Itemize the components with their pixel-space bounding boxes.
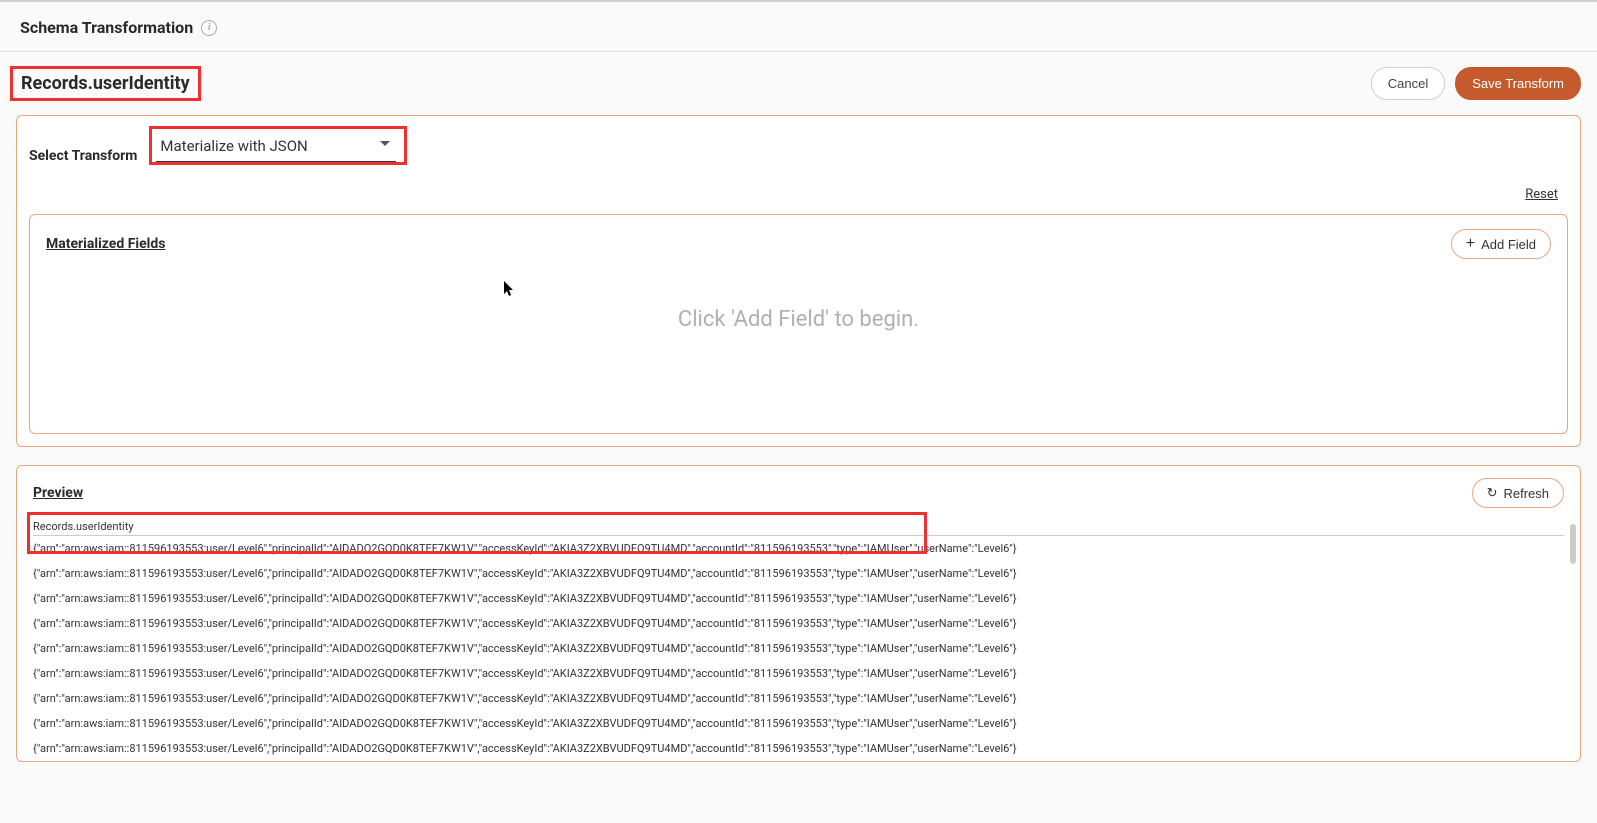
transform-panel: Select Transform Materialize with JSON R… — [16, 115, 1581, 447]
table-row: {"arn":"arn:aws:iam::811596193553:user/L… — [33, 736, 1564, 761]
transform-select-value: Materialize with JSON — [160, 137, 307, 155]
select-transform-label: Select Transform — [29, 128, 137, 164]
record-path-title: Records.userIdentity — [21, 73, 190, 94]
materialized-fields-panel: Materialized Fields + Add Field Click 'A… — [29, 214, 1568, 434]
reset-link[interactable]: Reset — [1525, 187, 1558, 202]
refresh-label: Refresh — [1503, 486, 1549, 501]
materialized-fields-title: Materialized Fields — [46, 236, 165, 252]
table-row: {"arn":"arn:aws:iam::811596193553:user/L… — [33, 611, 1564, 636]
cancel-button[interactable]: Cancel — [1371, 67, 1445, 100]
table-row: {"arn":"arn:aws:iam::811596193553:user/L… — [33, 636, 1564, 661]
add-field-label: Add Field — [1481, 237, 1536, 252]
table-row: {"arn":"arn:aws:iam::811596193553:user/L… — [33, 661, 1564, 686]
mouse-cursor-icon — [504, 281, 516, 301]
transform-select[interactable]: Materialize with JSON — [156, 129, 396, 162]
plus-icon: + — [1466, 236, 1475, 252]
chevron-down-icon — [380, 141, 390, 146]
table-row: {"arn":"arn:aws:iam::811596193553:user/L… — [33, 586, 1564, 611]
refresh-icon: ↻ — [1487, 485, 1498, 501]
table-row: {"arn":"arn:aws:iam::811596193553:user/L… — [33, 536, 1564, 561]
table-row: {"arn":"arn:aws:iam::811596193553:user/L… — [33, 711, 1564, 736]
preview-table: Records.userIdentity {"arn":"arn:aws:iam… — [33, 518, 1564, 761]
annotation-highlight-select: Materialize with JSON — [149, 126, 407, 165]
add-field-button[interactable]: + Add Field — [1451, 229, 1551, 259]
save-transform-button[interactable]: Save Transform — [1455, 67, 1581, 100]
page-header: Schema Transformation i — [0, 2, 1597, 52]
scrollbar[interactable] — [1570, 524, 1576, 564]
table-column-header: Records.userIdentity — [33, 518, 1564, 536]
preview-panel: Preview ↻ Refresh Records.userIdentity {… — [16, 465, 1581, 762]
annotation-highlight-title: Records.userIdentity — [10, 66, 201, 101]
refresh-button[interactable]: ↻ Refresh — [1472, 478, 1564, 508]
info-icon[interactable]: i — [201, 20, 217, 36]
preview-title: Preview — [33, 485, 83, 501]
fields-placeholder: Click 'Add Field' to begin. — [46, 307, 1551, 332]
table-row: {"arn":"arn:aws:iam::811596193553:user/L… — [33, 686, 1564, 711]
page-title: Schema Transformation — [20, 18, 193, 37]
table-row: {"arn":"arn:aws:iam::811596193553:user/L… — [33, 561, 1564, 586]
subheader: Records.userIdentity Cancel Save Transfo… — [0, 52, 1597, 115]
